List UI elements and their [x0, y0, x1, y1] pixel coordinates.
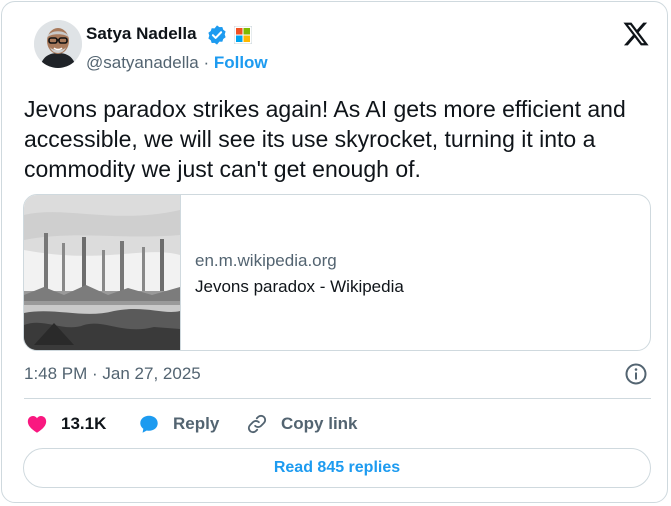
info-icon[interactable] [624, 362, 648, 386]
avatar-portrait-icon [34, 20, 82, 68]
link-preview-card[interactable]: en.m.wikipedia.org Jevons paradox - Wiki… [23, 194, 651, 351]
follow-button[interactable]: Follow [214, 53, 268, 72]
x-logo-icon[interactable] [622, 20, 650, 48]
link-domain: en.m.wikipedia.org [195, 251, 337, 270]
tweet-text: Jevons paradox strikes again! As AI gets… [24, 96, 626, 182]
reply-label: Reply [173, 414, 220, 433]
copy-link-label: Copy link [281, 414, 358, 433]
handle-line: @satyanadella · Follow [86, 53, 268, 73]
tweet-card: Satya Nadella @satyanadella · Follow Jev… [1, 1, 668, 503]
handle-separator: · [198, 53, 214, 72]
timestamp[interactable]: 1:48 PM · Jan 27, 2025 [24, 364, 201, 384]
link-chain-icon [247, 414, 267, 434]
link-thumbnail [24, 195, 181, 350]
author-name[interactable]: Satya Nadella [86, 24, 197, 44]
likes-count: 13.1K [61, 414, 107, 433]
link-title[interactable]: Jevons paradox - Wikipedia [195, 277, 404, 297]
like-button[interactable]: 13.1K [26, 410, 106, 438]
author-handle[interactable]: @satyanadella [86, 53, 199, 72]
heart-icon [27, 416, 47, 433]
microsoft-logo-icon[interactable] [234, 26, 252, 44]
reply-button[interactable]: Reply [138, 410, 219, 438]
reply-bubble-icon [140, 415, 158, 433]
industrial-engraving-image [24, 195, 180, 350]
divider [24, 398, 651, 399]
verified-badge-icon [208, 25, 226, 45]
read-replies-button[interactable]: Read 845 replies [23, 448, 651, 488]
copy-link-button[interactable]: Copy link [246, 410, 358, 438]
avatar[interactable] [34, 20, 82, 68]
